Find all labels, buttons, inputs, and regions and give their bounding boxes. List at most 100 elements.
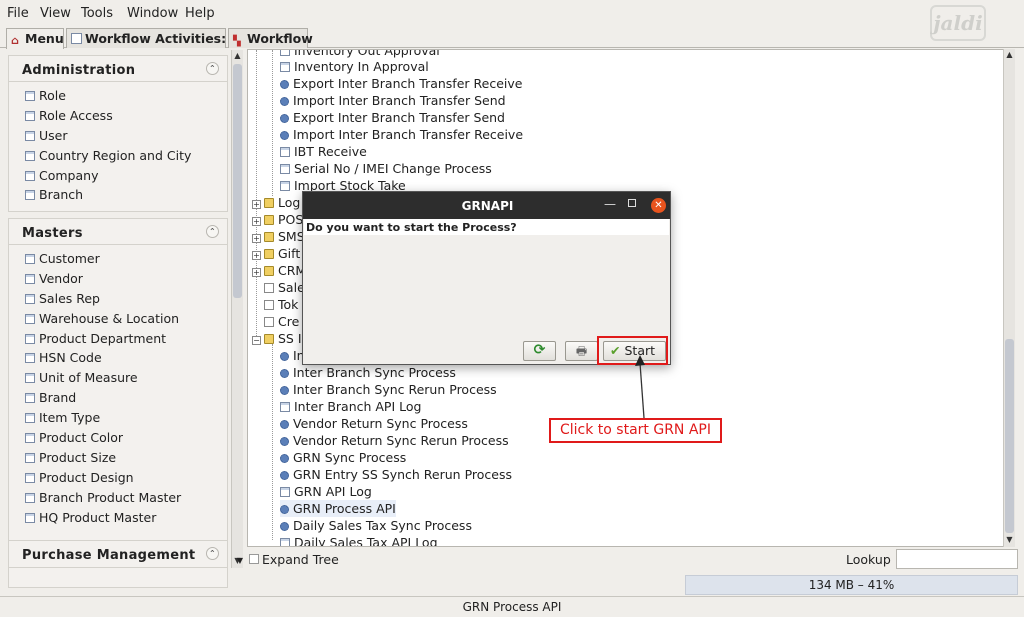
scroll-up-icon[interactable]: ▲ <box>233 51 242 60</box>
tab-menu[interactable]: ⌂ Menu <box>6 28 64 49</box>
tree-node[interactable]: Serial No / IMEI Change Process <box>280 160 492 177</box>
workflow-icon: ▚ <box>233 36 241 47</box>
tree-node[interactable]: Export Inter Branch Transfer Receive <box>280 75 522 92</box>
tree-node[interactable]: Inter Branch Sync Process <box>280 364 456 381</box>
section-header[interactable]: Administration ⌃ <box>9 56 227 82</box>
tree-node[interactable]: Sale <box>264 279 305 296</box>
tree-node-selected[interactable]: GRN Process API <box>280 500 396 517</box>
tree-node[interactable]: Inter Branch API Log <box>280 398 421 415</box>
collapse-icon[interactable]: ⌃ <box>206 225 219 238</box>
sidebar-item-hsn-code[interactable]: HSN Code <box>9 350 227 370</box>
tree-node[interactable]: Export Inter Branch Transfer Send <box>280 109 505 126</box>
menu-tools[interactable]: Tools <box>81 6 113 21</box>
tab-workflow[interactable]: ▚ Workflow <box>228 28 313 48</box>
tree-node[interactable]: Daily Sales Tax Sync Process <box>280 517 472 534</box>
tree-node[interactable]: Inter Branch Sync Rerun Process <box>280 381 497 398</box>
collapse-node-icon[interactable]: − <box>252 336 261 345</box>
sidebar-item-role[interactable]: Role <box>9 88 227 108</box>
tree-node[interactable]: Import Inter Branch Transfer Receive <box>280 126 523 143</box>
sidebar-item-branch-product-master[interactable]: Branch Product Master <box>9 490 227 510</box>
tree-node[interactable]: Inventory In Approval <box>280 58 429 75</box>
gear-icon <box>280 437 289 446</box>
expand-icon[interactable]: + <box>252 234 261 243</box>
sidebar-item-label: Sales Rep <box>39 290 100 306</box>
scroll-down-small-icon[interactable]: ▼ <box>233 554 247 568</box>
lookup-input[interactable] <box>896 549 1018 569</box>
sidebar-item-unit-of-measure[interactable]: Unit of Measure <box>9 370 227 390</box>
sidebar-item-sales-rep[interactable]: Sales Rep <box>9 291 227 311</box>
expand-tree-checkbox[interactable] <box>249 554 259 564</box>
expand-icon[interactable]: + <box>252 200 261 209</box>
tree-folder[interactable]: − SS In <box>252 330 309 347</box>
refresh-button[interactable]: ⟳ <box>523 341 556 361</box>
sidebar-item-product-department[interactable]: Product Department <box>9 331 227 351</box>
sidebar-item-branch[interactable]: Branch <box>9 187 227 207</box>
sidebar-item-country-region-city[interactable]: Country Region and City <box>9 148 227 168</box>
scroll-up-icon[interactable]: ▲ <box>1005 50 1014 59</box>
tree-node[interactable]: Daily Sales Tax API Log <box>280 534 438 547</box>
maximize-icon[interactable] <box>628 199 636 207</box>
tree-folder[interactable]: + CRM <box>252 262 306 279</box>
collapse-icon[interactable]: ⌃ <box>206 62 219 75</box>
document-icon <box>280 487 290 497</box>
sidebar-item-vendor[interactable]: Vendor <box>9 271 227 291</box>
tree-node[interactable]: Tok <box>264 296 298 313</box>
sidebar-item-customer[interactable]: Customer <box>9 251 227 271</box>
sidebar-item-hq-product-master[interactable]: HQ Product Master <box>9 510 227 530</box>
scrollbar-thumb[interactable] <box>233 64 242 298</box>
menu-help[interactable]: Help <box>185 6 215 21</box>
sidebar-item-user[interactable]: User <box>9 128 227 148</box>
sidebar-scrollbar[interactable]: ▲ ▼ <box>231 50 243 568</box>
sidebar-item-product-size[interactable]: Product Size <box>9 450 227 470</box>
tab-workflow-activities[interactable]: Workflow Activities: 0 <box>66 28 239 48</box>
tree-folder[interactable]: + Log <box>252 194 300 211</box>
tree-scrollbar[interactable]: ▲ ▼ <box>1003 49 1015 547</box>
sidebar-item-product-color[interactable]: Product Color <box>9 430 227 450</box>
tree-node[interactable]: In <box>280 347 305 364</box>
section-header[interactable]: Masters ⌃ <box>9 219 227 245</box>
tree-node[interactable]: GRN Sync Process <box>280 449 406 466</box>
tree-node[interactable]: GRN Entry SS Synch Rerun Process <box>280 466 512 483</box>
tree-node[interactable]: Vendor Return Sync Process <box>280 415 468 432</box>
section-header[interactable]: Purchase Management ⌃ <box>9 541 227 567</box>
expand-icon[interactable]: + <box>252 217 261 226</box>
document-icon <box>25 433 35 444</box>
tree-node-label: Daily Sales Tax API Log <box>294 535 438 547</box>
sidebar-item-company[interactable]: Company <box>9 168 227 188</box>
expand-icon[interactable]: + <box>252 268 261 277</box>
document-icon <box>280 402 290 412</box>
close-icon[interactable]: ✕ <box>651 198 666 213</box>
tree-folder[interactable]: + SMS <box>252 228 305 245</box>
sidebar-item-warehouse-location[interactable]: Warehouse & Location <box>9 311 227 331</box>
sidebar-item-brand[interactable]: Brand <box>9 390 227 410</box>
dialog-titlebar[interactable]: GRNAPI — ✕ <box>303 192 670 219</box>
document-icon <box>25 353 35 364</box>
collapse-icon[interactable]: ⌃ <box>206 547 219 560</box>
menu-file[interactable]: File <box>7 6 29 21</box>
menu-view[interactable]: View <box>40 6 71 21</box>
tree-node[interactable]: IBT Receive <box>280 143 367 160</box>
tree-folder[interactable]: + Gift <box>252 245 300 262</box>
scroll-down-icon[interactable]: ▼ <box>1005 535 1014 544</box>
tree-node[interactable]: Import Inter Branch Transfer Send <box>280 92 506 109</box>
tree-node[interactable]: GRN API Log <box>280 483 372 500</box>
menu-window[interactable]: Window <box>127 6 178 21</box>
sidebar-item-label: Role Access <box>39 107 113 123</box>
print-button[interactable]: 🖶 <box>565 341 598 361</box>
tree-node[interactable]: Vendor Return Sync Rerun Process <box>280 432 509 449</box>
minimize-icon[interactable]: — <box>604 197 616 211</box>
tree-node-label: Tok <box>278 297 299 312</box>
expand-icon[interactable]: + <box>252 251 261 260</box>
sidebar-item-item-type[interactable]: Item Type <box>9 410 227 430</box>
tree-node[interactable]: Cre <box>264 313 299 330</box>
tree-node-label: Inventory In Approval <box>294 59 429 74</box>
document-icon <box>25 254 35 264</box>
dialog-message: Do you want to start the Process? <box>304 219 669 235</box>
sidebar-item-product-design[interactable]: Product Design <box>9 470 227 490</box>
scrollbar-thumb[interactable] <box>1005 339 1014 533</box>
sidebar-item-role-access[interactable]: Role Access <box>9 108 227 128</box>
memory-indicator[interactable]: 134 MB – 41% <box>685 575 1018 595</box>
sidebar-item-label: Product Design <box>39 469 134 485</box>
tree-folder[interactable]: + POS <box>252 211 303 228</box>
document-icon <box>25 190 35 201</box>
